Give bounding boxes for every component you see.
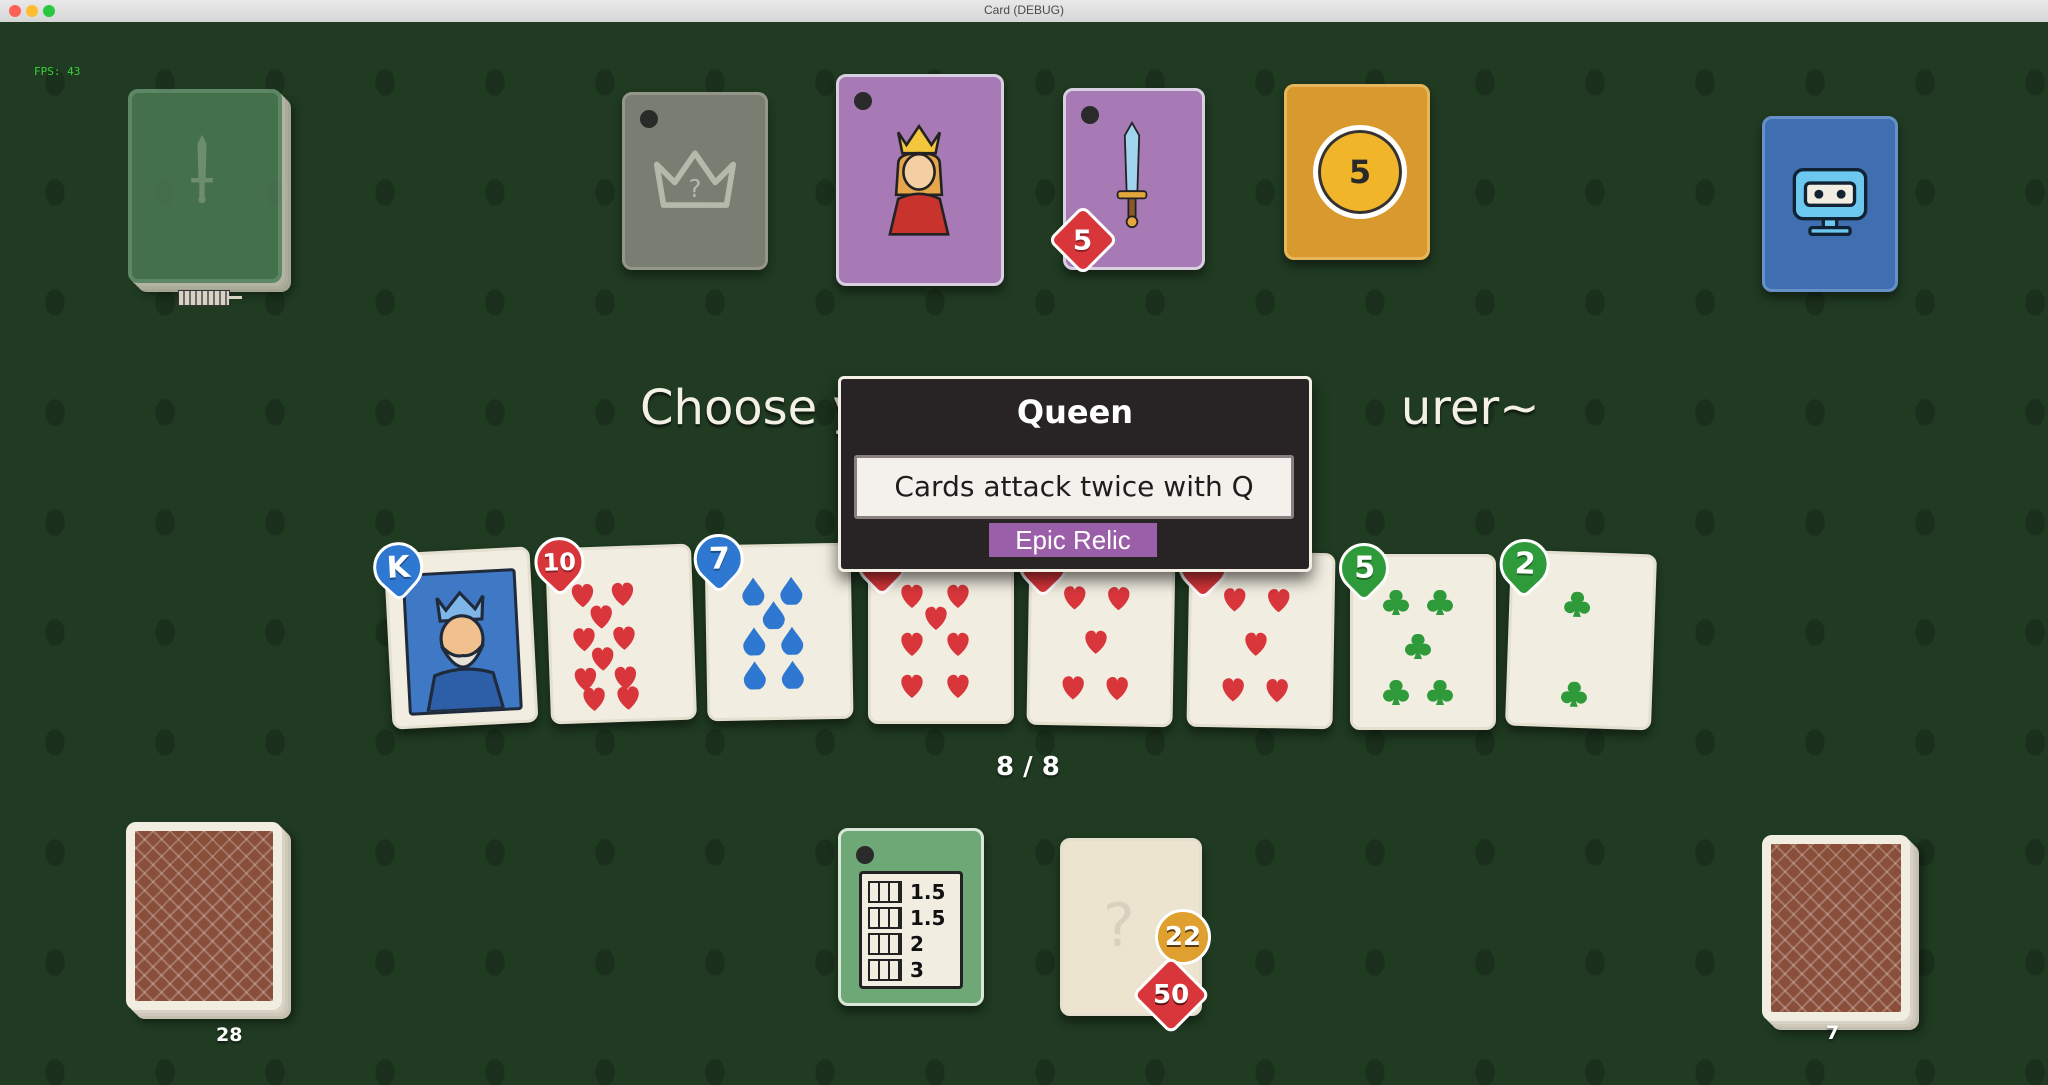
rank-label: 10 xyxy=(542,547,577,577)
multiplier-row: 2 xyxy=(868,932,954,956)
rank-label: K xyxy=(385,549,411,586)
heart-pip-icon xyxy=(1218,674,1249,705)
club-pip-icon xyxy=(1381,677,1411,707)
dagger-relic-card[interactable]: 5 xyxy=(1047,88,1205,276)
mystery-value-coin: 22 xyxy=(1155,909,1211,965)
weapon-deck[interactable] xyxy=(128,89,282,283)
bot-relic-card[interactable] xyxy=(1762,116,1898,292)
heart-pip-icon xyxy=(1059,582,1090,613)
club-pip-icon xyxy=(1403,631,1433,661)
multiplier-value: 2 xyxy=(910,932,924,956)
multiplier-value: 1.5 xyxy=(910,880,946,904)
draw-pile[interactable] xyxy=(126,822,282,1010)
tooltip-title: Queen xyxy=(1016,393,1134,431)
hand-card[interactable] xyxy=(1167,529,1336,730)
robot-monitor-icon xyxy=(1792,168,1868,236)
heart-pip-icon xyxy=(943,671,973,701)
card-group-icon xyxy=(868,907,902,929)
hand-card[interactable]: K xyxy=(362,531,539,730)
multiplier-card[interactable]: 1.5 1.5 2 3 xyxy=(838,828,984,1006)
hand-card[interactable] xyxy=(846,526,1014,724)
discard-pile-count: 7 xyxy=(1826,1022,1840,1044)
tooltip-rarity: Epic Relic xyxy=(989,523,1157,557)
window-title: Card (DEBUG) xyxy=(983,3,1064,17)
hand-card[interactable]: 7 xyxy=(683,523,854,722)
heart-pip-icon xyxy=(897,629,927,659)
heart-pip-icon xyxy=(579,683,610,714)
queen-relic-card[interactable] xyxy=(836,74,1004,286)
heart-pip-icon xyxy=(1263,585,1294,616)
heart-pip-icon xyxy=(613,682,644,713)
hand-counter: 8 / 8 xyxy=(996,752,1060,782)
heart-pip-icon xyxy=(1241,629,1272,660)
heart-pip-icon xyxy=(1219,584,1250,615)
card-group-icon xyxy=(868,881,902,903)
heart-pip-icon xyxy=(943,629,973,659)
game-table: FPS: 43 ? 5 5 Choose y urer~ K 10 7 5 2 … xyxy=(0,22,2048,1085)
card-hole xyxy=(1081,106,1099,124)
king-portrait xyxy=(401,568,523,716)
multiplier-value: 1.5 xyxy=(910,906,946,930)
draw-pile-count: 28 xyxy=(216,1024,243,1046)
hand-card[interactable]: 2 xyxy=(1489,528,1658,731)
heart-pip-icon xyxy=(1058,672,1089,703)
card-hole xyxy=(856,846,874,864)
fps-counter: FPS: 43 xyxy=(34,65,81,78)
diamond-pip-icon xyxy=(777,625,808,656)
card-group-icon xyxy=(868,959,902,981)
queen-icon xyxy=(888,123,950,236)
multiplier-row: 1.5 xyxy=(868,880,954,904)
svg-text:?: ? xyxy=(688,174,701,203)
club-pip-icon xyxy=(1562,588,1593,619)
card-group-icon xyxy=(868,933,902,955)
discard-pile[interactable] xyxy=(1762,835,1910,1021)
window-titlebar: Card (DEBUG) xyxy=(0,0,2048,23)
dagger-value-badge: 5 xyxy=(1047,204,1119,276)
locked-crown-card[interactable]: ? xyxy=(622,92,768,270)
tooltip-description: Cards attack twice with Q xyxy=(854,455,1294,519)
card-hole xyxy=(640,110,658,128)
club-pip-icon xyxy=(1425,677,1455,707)
coin-icon: 5 xyxy=(1313,125,1407,219)
hand-card[interactable] xyxy=(1007,527,1176,728)
mystery-value-badge: 50 xyxy=(1131,955,1211,1035)
multiplier-row: 3 xyxy=(868,958,954,982)
heart-pip-icon xyxy=(1081,627,1112,658)
question-icon: ? xyxy=(1103,891,1135,961)
heart-pip-icon xyxy=(1262,675,1293,706)
club-pip-icon xyxy=(1559,678,1590,709)
multiplier-row: 1.5 xyxy=(868,906,954,930)
hand-card[interactable]: 5 xyxy=(1328,532,1496,730)
heart-pip-icon xyxy=(1102,673,1133,704)
rank-label: 5 xyxy=(1353,550,1375,586)
diamond-pip-icon xyxy=(777,659,808,690)
diamond-pip-icon xyxy=(739,659,770,691)
dagger-icon xyxy=(1116,120,1148,229)
coin-relic-card[interactable]: 5 xyxy=(1284,84,1430,260)
multiplier-table: 1.5 1.5 2 3 xyxy=(859,871,963,989)
club-pip-icon xyxy=(1425,587,1455,617)
club-pip-icon xyxy=(1381,587,1411,617)
energy-bar xyxy=(178,290,242,306)
relic-tooltip: Queen Cards attack twice with Q Epic Rel… xyxy=(838,376,1312,572)
heart-pip-icon xyxy=(897,671,927,701)
diamond-pip-icon xyxy=(739,625,770,657)
multiplier-value: 3 xyxy=(910,958,924,982)
card-hole xyxy=(854,92,872,110)
rank-label: 2 xyxy=(1513,546,1536,582)
rank-badge: 2 xyxy=(1489,528,1560,600)
mystery-crown-icon: ? xyxy=(653,150,737,208)
hand-card[interactable]: 10 xyxy=(524,526,698,725)
mystery-card[interactable]: ? 22 50 xyxy=(1060,838,1211,1035)
rank-label: 7 xyxy=(707,541,730,577)
sword-icon xyxy=(191,134,213,204)
heart-pip-icon xyxy=(1103,583,1134,614)
